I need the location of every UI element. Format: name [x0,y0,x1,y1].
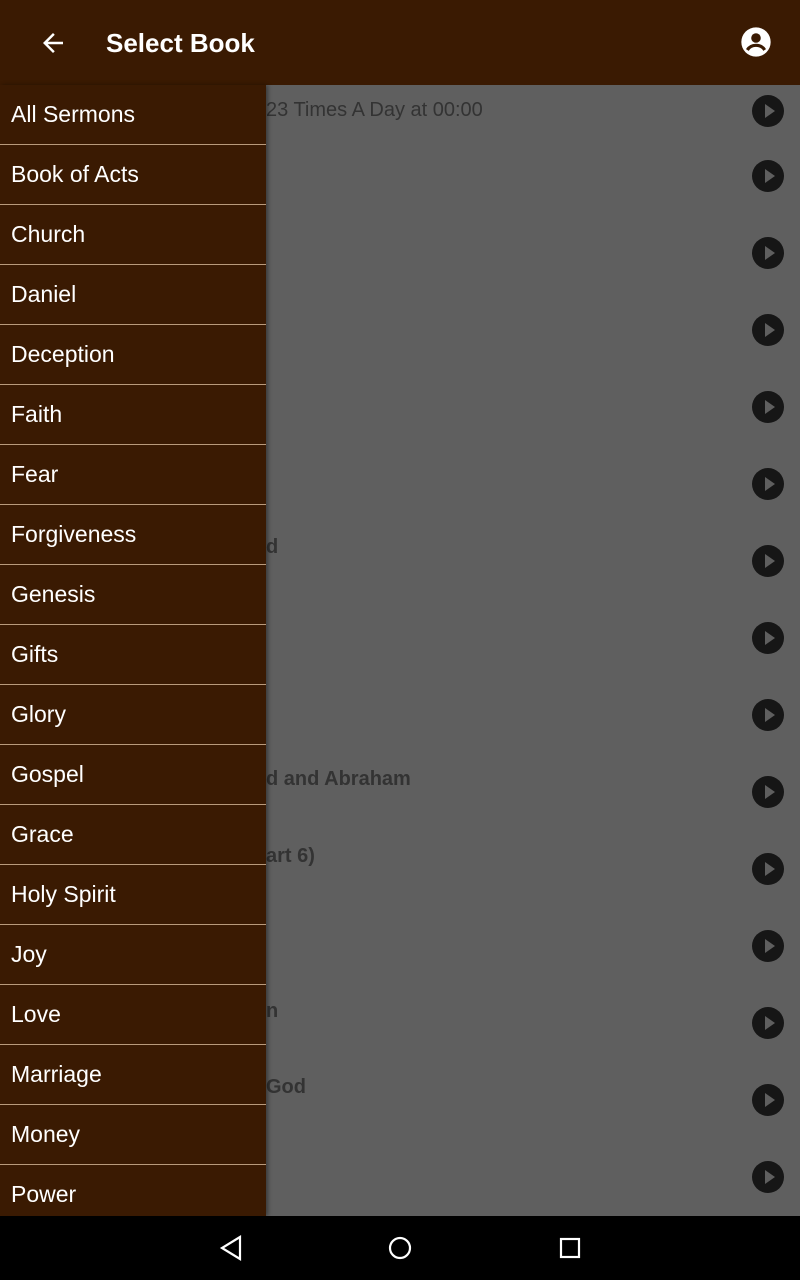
drawer-item[interactable]: Gospel [0,745,266,805]
page-title: Select Book [106,28,255,58]
drawer-item[interactable]: Joy [0,925,266,985]
play-button-icon[interactable] [752,1007,784,1039]
system-nav-bar [0,1216,800,1280]
drawer-item[interactable]: Power [0,1165,266,1216]
drawer-item[interactable]: Money [0,1105,266,1165]
play-button-icon[interactable] [752,95,784,127]
account-icon[interactable] [740,26,772,58]
drawer-item[interactable]: Love [0,985,266,1045]
play-button-icon[interactable] [752,1161,784,1193]
drawer-item[interactable]: All Sermons [0,85,266,145]
sermon-title: d and Abraham [266,768,411,790]
drawer-item[interactable]: Daniel [0,265,266,325]
drawer-item[interactable]: Marriage [0,1045,266,1105]
back-arrow-icon[interactable] [38,28,68,58]
drawer-item[interactable]: Church [0,205,266,265]
play-button-icon[interactable] [752,853,784,885]
drawer-item[interactable]: Gifts [0,625,266,685]
sermon-title: n [266,1000,279,1022]
play-button-icon[interactable] [752,314,784,346]
drawer-item[interactable]: Fear [0,445,266,505]
play-button-icon[interactable] [752,160,784,192]
play-button-icon[interactable] [752,930,784,962]
drawer-item[interactable]: Genesis [0,565,266,625]
drawer-item[interactable]: Grace [0,805,266,865]
drawer-item[interactable]: Faith [0,385,266,445]
drawer-item[interactable]: Deception [0,325,266,385]
book-drawer: All Sermons Book of Acts Church Daniel Decep… [0,85,266,1216]
drawer-item[interactable]: Book of Acts [0,145,266,205]
play-button-icon[interactable] [752,622,784,654]
play-button-icon[interactable] [752,699,784,731]
sermon-title: d [266,536,279,558]
sermon-title: God [266,1076,306,1098]
app-bar: Select Book [0,0,800,85]
drawer-item[interactable]: Holy Spirit [0,865,266,925]
nav-recents-icon[interactable] [559,1237,581,1259]
play-button-icon[interactable] [752,545,784,577]
nav-home-icon[interactable] [387,1235,413,1261]
nav-back-icon[interactable] [218,1235,244,1261]
play-button-icon[interactable] [752,391,784,423]
drawer-item[interactable]: Glory [0,685,266,745]
play-button-icon[interactable] [752,468,784,500]
play-button-icon[interactable] [752,776,784,808]
play-button-icon[interactable] [752,1084,784,1116]
sermon-title: 23 Times A Day at 00:00 [266,99,483,121]
play-button-icon[interactable] [752,237,784,269]
sermon-title: art 6) [266,845,315,867]
drawer-item[interactable]: Forgiveness [0,505,266,565]
